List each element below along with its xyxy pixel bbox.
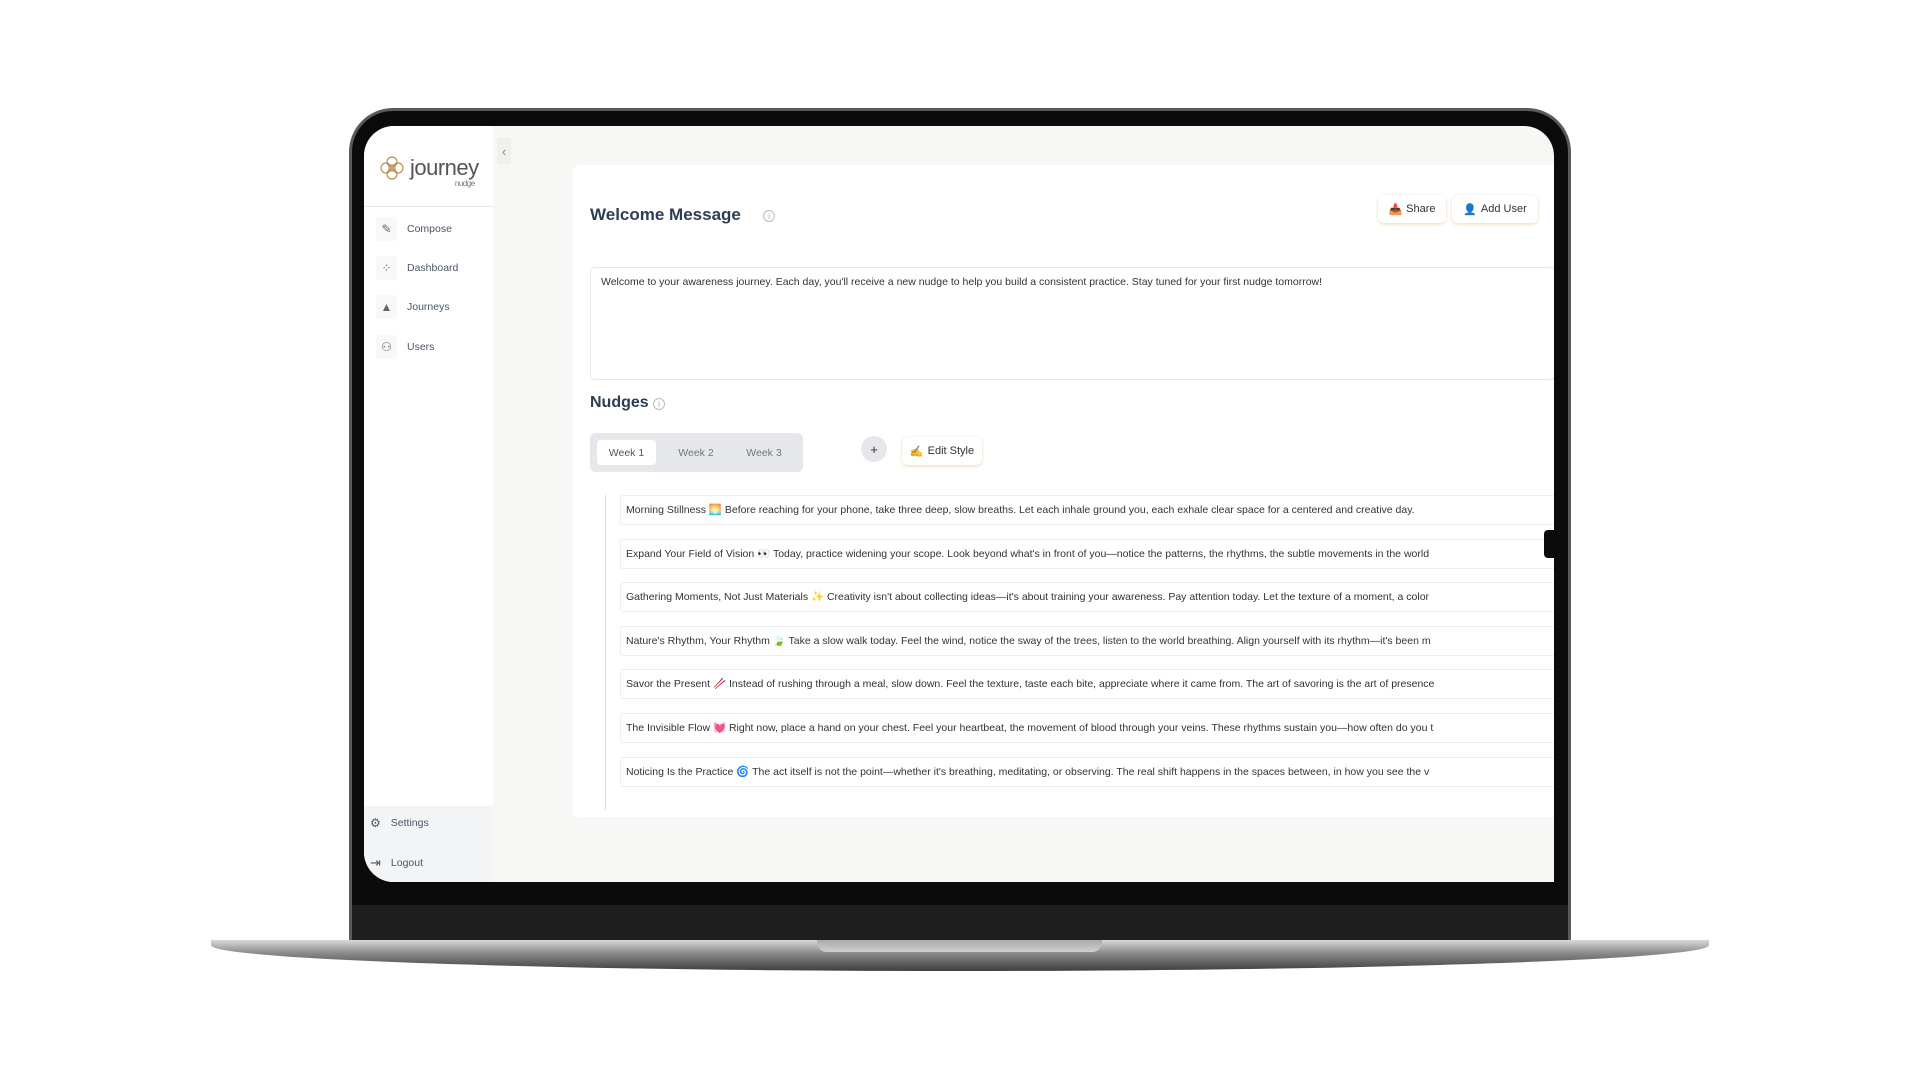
sidebar-item-journeys[interactable]: ▲ Journeys xyxy=(376,295,450,319)
week-tabs: Week 1 Week 2 Week 3 xyxy=(590,433,803,472)
sidebar-item-label: Logout xyxy=(390,857,424,869)
welcome-message-input[interactable]: Welcome to your awareness journey. Each … xyxy=(590,267,1554,380)
chevron-left-icon: ‹ xyxy=(501,143,507,159)
nudge-item[interactable]: Savor the Present 🥢 Instead of rushing t… xyxy=(620,669,1554,700)
users-icon: ⚇ xyxy=(376,335,397,359)
user-icon: 👤 xyxy=(1463,203,1477,216)
nudge-item[interactable]: Expand Your Field of Vision 👀 Today, pra… xyxy=(620,538,1554,569)
logout-icon: ⇥ xyxy=(370,855,381,870)
info-icon[interactable]: i xyxy=(653,398,665,410)
sidebar-item-dashboard[interactable]: ⁘ Dashboard xyxy=(376,256,458,280)
nudge-item[interactable]: Noticing Is the Practice 🌀 The act itsel… xyxy=(620,756,1554,787)
laptop-notch xyxy=(817,940,1102,952)
nudge-item[interactable]: Gathering Moments, Not Just Materials ✨ … xyxy=(620,582,1554,613)
laptop-chin xyxy=(352,905,1568,941)
add-user-label: Add User xyxy=(1480,203,1527,215)
writing-hand-icon: ✍ xyxy=(909,445,924,458)
journeys-icon: ▲ xyxy=(376,295,397,319)
info-icon[interactable]: i xyxy=(763,210,775,222)
settings-icon: ⚙ xyxy=(370,816,381,830)
nudge-list: Morning Stillness 🌅 Before reaching for … xyxy=(605,495,1554,810)
sidebar-item-settings[interactable]: ⚙ Settings xyxy=(370,816,429,830)
nudge-item[interactable]: Nature's Rhythm, Your Rhythm 🍃 Take a sl… xyxy=(620,625,1554,656)
nudge-item[interactable]: Morning Stillness 🌅 Before reaching for … xyxy=(620,495,1554,525)
sidebar-item-label: Journeys xyxy=(407,301,450,313)
compose-icon: ✎ xyxy=(376,217,397,241)
edit-style-label: Edit Style xyxy=(927,445,975,457)
share-label: Share xyxy=(1406,203,1436,215)
sidebar-item-label: Users xyxy=(407,341,435,353)
welcome-title: Welcome Message xyxy=(590,205,741,224)
scrollbar-thumb[interactable] xyxy=(1544,530,1554,558)
edit-style-button[interactable]: ✍ Edit Style xyxy=(902,437,982,465)
sidebar-item-compose[interactable]: ✎ Compose xyxy=(376,217,452,241)
tab-week-2[interactable]: Week 2 xyxy=(664,440,728,465)
brand-tagline: nudge xyxy=(454,179,475,188)
logo: journey nudge xyxy=(378,154,479,188)
sidebar: journey nudge ✎ Compose ⁘ Dashboard ▲ Journe… xyxy=(364,126,493,882)
app-screen: journey nudge ✎ Compose ⁘ Dashboard ▲ Journe… xyxy=(364,126,1554,882)
sidebar-item-logout[interactable]: ⇥ Logout xyxy=(370,855,423,871)
sidebar-divider xyxy=(364,206,493,207)
sidebar-item-label: Compose xyxy=(407,223,452,235)
add-week-button[interactable]: + xyxy=(861,436,887,462)
share-icon: 📥 xyxy=(1388,203,1403,216)
brand-name: journey nudge xyxy=(410,155,479,188)
logo-flower-icon xyxy=(380,156,404,180)
tab-week-3[interactable]: Week 3 xyxy=(732,440,796,465)
journey-editor-card: Welcome Message i 📥 Share 👤 Add User Welco… xyxy=(573,165,1554,817)
tab-week-1[interactable]: Week 1 xyxy=(597,440,656,465)
dashboard-icon: ⁘ xyxy=(376,256,397,280)
sidebar-item-users[interactable]: ⚇ Users xyxy=(376,335,434,359)
share-button[interactable]: 📥 Share xyxy=(1378,195,1446,223)
sidebar-footer: ⚙ Settings ⇥ Logout xyxy=(364,806,493,882)
nudge-item[interactable]: The Invisible Flow 💓 Right now, place a … xyxy=(620,713,1554,743)
collapse-sidebar-button[interactable]: ‹ xyxy=(497,138,511,164)
sidebar-item-label: Settings xyxy=(390,817,429,829)
add-user-button[interactable]: 👤 Add User xyxy=(1452,195,1538,223)
sidebar-item-label: Dashboard xyxy=(407,262,459,274)
nudges-title: Nudges xyxy=(590,394,649,411)
